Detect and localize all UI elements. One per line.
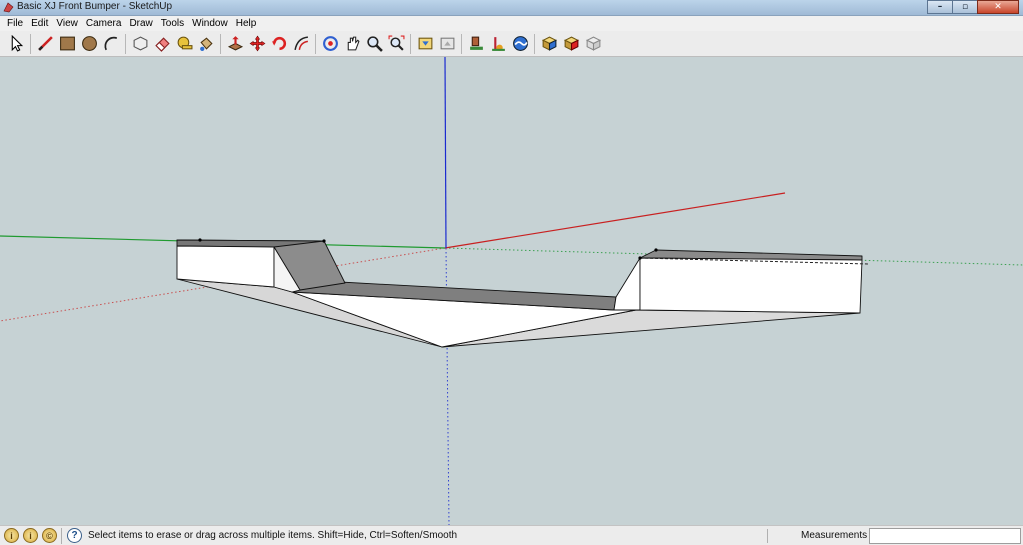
menu-window[interactable]: Window [188, 18, 232, 29]
get-components-icon[interactable] [539, 34, 559, 54]
rectangle-icon[interactable] [57, 34, 77, 54]
make-component-icon[interactable] [130, 34, 150, 54]
menu-view[interactable]: View [52, 18, 82, 29]
share-model-icon[interactable] [437, 34, 457, 54]
menu-draw[interactable]: Draw [125, 18, 156, 29]
eraser-icon[interactable] [152, 34, 172, 54]
status-bar: i i © ? Select items to erase or drag ac… [0, 525, 1023, 545]
orbit-icon[interactable] [320, 34, 340, 54]
circle-icon[interactable] [79, 34, 99, 54]
window-controls: – ▫ ✕ [927, 0, 1019, 14]
help-icon[interactable]: ? [67, 528, 82, 543]
tool-bar [0, 31, 1023, 57]
paint-bucket-icon[interactable] [196, 34, 216, 54]
vertex-point [638, 256, 642, 260]
offset-icon[interactable] [291, 34, 311, 54]
right-box-front [639, 257, 863, 314]
zoom-icon[interactable] [364, 34, 384, 54]
title-bar: Basic XJ Front Bumper - SketchUp – ▫ ✕ [0, 0, 1023, 16]
measurements-input[interactable] [869, 528, 1021, 544]
toolbar-separator [220, 33, 221, 54]
red-axis [444, 192, 786, 249]
menu-tools[interactable]: Tools [157, 18, 188, 29]
blue-axis [444, 57, 447, 249]
move-icon[interactable] [247, 34, 267, 54]
credits-icon[interactable]: i [23, 528, 38, 543]
vertex-point [654, 248, 658, 252]
google-earth-view-icon[interactable] [466, 34, 486, 54]
google-earth-terrain-icon[interactable] [510, 34, 530, 54]
restore-button[interactable]: ▫ [952, 0, 978, 14]
pan-icon[interactable] [342, 34, 362, 54]
minimize-button[interactable]: – [927, 0, 953, 14]
menu-bar: File Edit View Camera Draw Tools Window … [0, 16, 1023, 31]
vertex-point [322, 239, 326, 243]
menu-help[interactable]: Help [232, 18, 261, 29]
menu-edit[interactable]: Edit [27, 18, 52, 29]
sketchup-app-icon [3, 2, 14, 13]
toolbar-separator [125, 33, 126, 54]
dynamic-component-icon[interactable] [583, 34, 603, 54]
tape-measure-icon[interactable] [174, 34, 194, 54]
select-icon[interactable] [6, 34, 26, 54]
user-icon[interactable]: © [42, 528, 57, 543]
push-pull-icon[interactable] [225, 34, 245, 54]
scene-canvas[interactable] [0, 57, 1023, 525]
window-title: Basic XJ Front Bumper - SketchUp [17, 1, 173, 12]
status-divider [767, 529, 768, 543]
geo-location-icon[interactable]: i [4, 528, 19, 543]
status-message: Select items to erase or drag across mul… [88, 530, 458, 541]
line-icon[interactable] [35, 34, 55, 54]
right-ramp-face [613, 257, 641, 311]
close-button[interactable]: ✕ [977, 0, 1019, 14]
menu-camera[interactable]: Camera [82, 18, 126, 29]
arc-icon[interactable] [101, 34, 121, 54]
bumper-model[interactable] [176, 239, 869, 348]
toolbar-separator [410, 33, 411, 54]
rotate-icon[interactable] [269, 34, 289, 54]
toolbar-separator [534, 33, 535, 54]
share-component-icon[interactable] [561, 34, 581, 54]
toolbar-separator [315, 33, 316, 54]
status-separator [61, 527, 62, 544]
zoom-extents-icon[interactable] [386, 34, 406, 54]
toolbar-separator [461, 33, 462, 54]
vertex-point [198, 238, 202, 242]
google-earth-toggle-icon[interactable] [488, 34, 508, 54]
toolbar-separator [30, 33, 31, 54]
menu-file[interactable]: File [3, 18, 27, 29]
modeling-viewport[interactable] [0, 57, 1023, 525]
get-models-icon[interactable] [415, 34, 435, 54]
measurements-label: Measurements [801, 530, 868, 541]
